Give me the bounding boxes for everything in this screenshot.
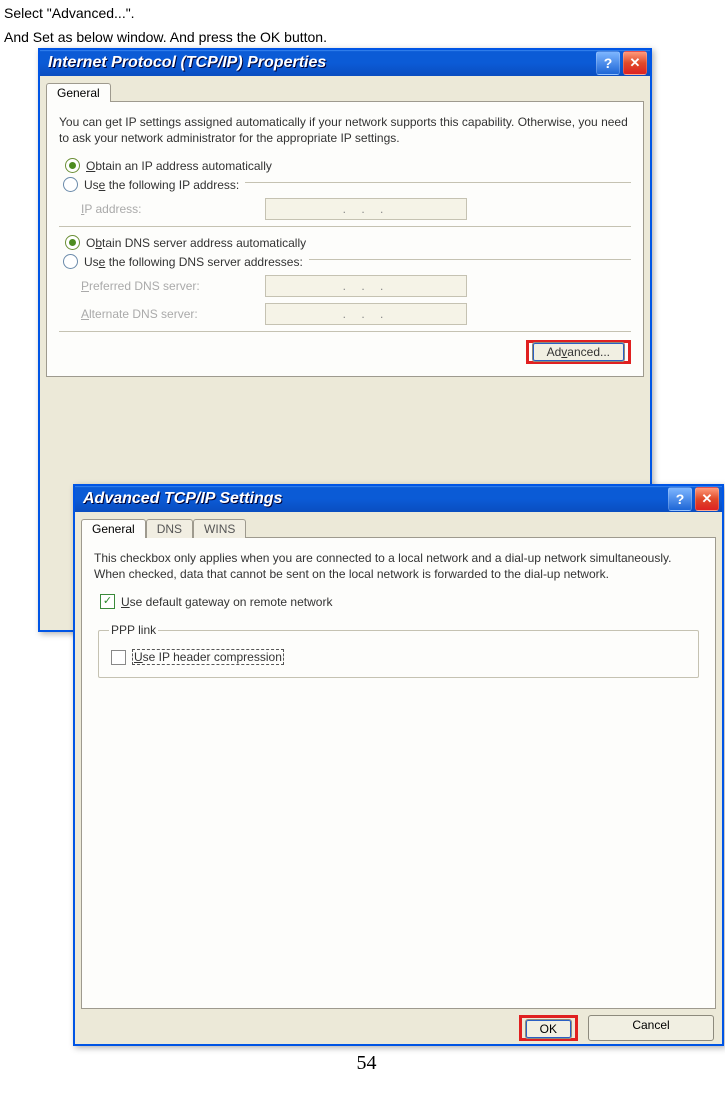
checkbox-default-gateway[interactable]: Use default gateway on remote network [100, 594, 703, 609]
instruction-line-1: Select "Advanced...". [4, 4, 725, 22]
radio-use-ip-label[interactable]: Usee the following IP address: the follo… [84, 178, 239, 192]
adv-description: This checkbox only applies when you are … [94, 550, 703, 582]
advanced-button[interactable]: Advanced... [532, 342, 625, 362]
preferred-dns-label: Preferred DNS server: [81, 279, 261, 293]
check-label: Use IP header compression [132, 649, 284, 665]
alternate-dns-field[interactable]: . . . [265, 303, 467, 325]
check-icon [100, 594, 115, 609]
page-number: 54 [4, 1052, 725, 1075]
help-icon[interactable]: ? [596, 51, 620, 75]
tcpip-description: You can get IP settings assigned automat… [59, 114, 631, 146]
tcpip-titlebar[interactable]: Internet Protocol (TCP/IP) Properties ? … [40, 50, 650, 76]
ip-address-field[interactable]: . . . [265, 198, 467, 220]
alternate-dns-label: Alternate DNS server: [81, 307, 261, 321]
ok-button[interactable]: OK [525, 1019, 572, 1039]
instruction-line-2: And Set as below window. And press the O… [4, 28, 725, 46]
tcpip-title: Internet Protocol (TCP/IP) Properties [48, 54, 596, 72]
tab-wins[interactable]: WINS [193, 519, 246, 538]
ip-address-label: IP address: [81, 202, 261, 216]
advanced-highlight-frame: Advanced... [526, 340, 631, 364]
radio-icon [63, 177, 78, 192]
advanced-tcpip-dialog: Advanced TCP/IP Settings ? ✕ General DNS… [73, 484, 724, 1046]
tab-general[interactable]: General [46, 83, 111, 102]
radio-icon [65, 235, 80, 250]
ppp-legend: PPP link [109, 623, 158, 637]
preferred-dns-field[interactable]: . . . [265, 275, 467, 297]
close-icon[interactable]: ✕ [695, 487, 719, 511]
help-icon[interactable]: ? [668, 487, 692, 511]
adv-title: Advanced TCP/IP Settings [83, 490, 668, 508]
check-label: Use default gateway on remote network [121, 595, 332, 609]
radio-obtain-dns-auto[interactable]: Obtain DNS server address automatically [65, 235, 631, 250]
radio-label: Obtain an IP address automatically [86, 159, 272, 173]
radio-use-dns-label[interactable]: Use the following DNS server addresses: [84, 255, 303, 269]
checkbox-ip-header-compression[interactable]: Use IP header compression [111, 649, 688, 665]
radio-obtain-ip-auto[interactable]: Obtain an IP address automatically [65, 158, 631, 173]
radio-icon [63, 254, 78, 269]
tab-dns[interactable]: DNS [146, 519, 193, 538]
check-icon [111, 650, 126, 665]
ok-highlight-frame: OK [519, 1015, 578, 1041]
adv-titlebar[interactable]: Advanced TCP/IP Settings ? ✕ [75, 486, 722, 512]
radio-icon [65, 158, 80, 173]
radio-label: Obtain DNS server address automatically [86, 236, 306, 250]
cancel-button[interactable]: Cancel [588, 1015, 714, 1041]
tab-general[interactable]: General [81, 519, 146, 538]
close-icon[interactable]: ✕ [623, 51, 647, 75]
